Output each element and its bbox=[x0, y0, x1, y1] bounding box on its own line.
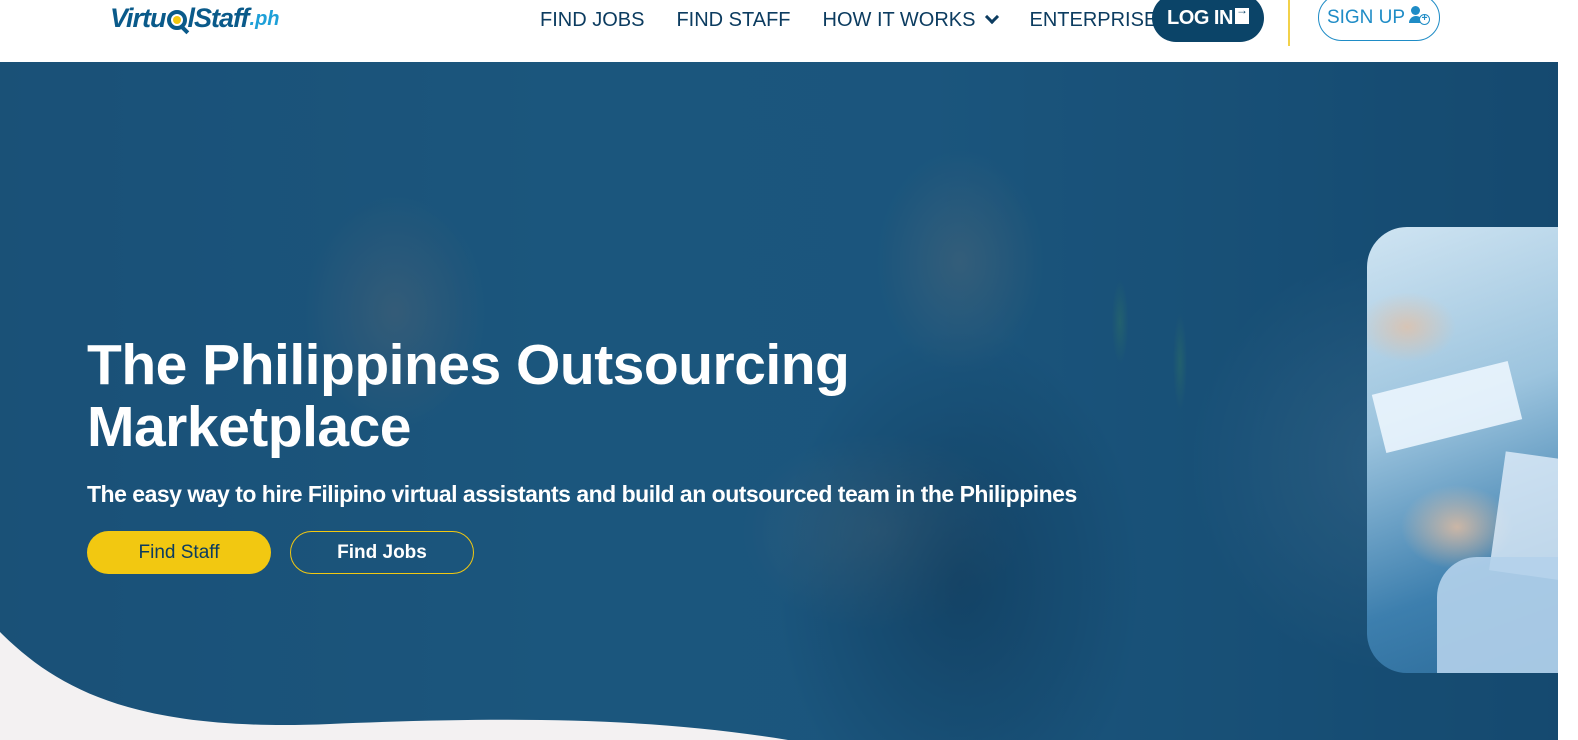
nav-find-staff[interactable]: FIND STAFF bbox=[676, 9, 790, 32]
find-jobs-button[interactable]: Find Jobs bbox=[290, 531, 474, 574]
find-staff-button[interactable]: Find Staff bbox=[87, 531, 271, 574]
chevron-down-icon[interactable] bbox=[985, 9, 1000, 25]
logo-magnifier-icon bbox=[166, 10, 187, 30]
nav-how-it-works[interactable]: HOW IT WORKS bbox=[822, 8, 1000, 32]
signup-button[interactable]: SIGN UP + bbox=[1318, 0, 1440, 41]
logo-text-a: Virtu bbox=[110, 3, 166, 33]
hero-title-line1: The Philippines Outsourcing bbox=[87, 333, 850, 397]
login-button[interactable]: LOG IN bbox=[1152, 0, 1264, 42]
signup-label: SIGN UP bbox=[1326, 6, 1406, 28]
page-edge bbox=[1558, 62, 1578, 740]
hero-section: The Philippines Outsourcing Marketplace … bbox=[0, 62, 1558, 740]
hero-title-line2: Marketplace bbox=[87, 395, 412, 459]
site-header: Virtu lStaff .ph FIND JOBS FIND STAFF HO… bbox=[0, 0, 1578, 62]
side-meeting-photo bbox=[1367, 227, 1558, 673]
site-logo[interactable]: Virtu lStaff .ph bbox=[110, 0, 280, 34]
nav-enterprise[interactable]: ENTERPRISE bbox=[1029, 9, 1157, 32]
hero-subtitle: The easy way to hire Filipino virtual as… bbox=[87, 481, 1077, 507]
logo-text-b: lStaff bbox=[187, 3, 250, 33]
header-divider bbox=[1288, 0, 1290, 46]
nav-how-it-works-label: HOW IT WORKS bbox=[822, 8, 976, 31]
nav-find-jobs[interactable]: FIND JOBS bbox=[540, 9, 644, 32]
add-user-icon: + bbox=[1409, 5, 1431, 26]
login-icon bbox=[1234, 3, 1249, 24]
main-nav: FIND JOBS FIND STAFF HOW IT WORKS ENTERP… bbox=[540, 0, 1189, 40]
logo-suffix: .ph bbox=[249, 8, 280, 30]
hero-title: The Philippines Outsourcing Marketplace bbox=[87, 334, 987, 458]
bottom-wave-shape bbox=[0, 632, 788, 740]
login-label: LOG IN bbox=[1167, 6, 1233, 29]
